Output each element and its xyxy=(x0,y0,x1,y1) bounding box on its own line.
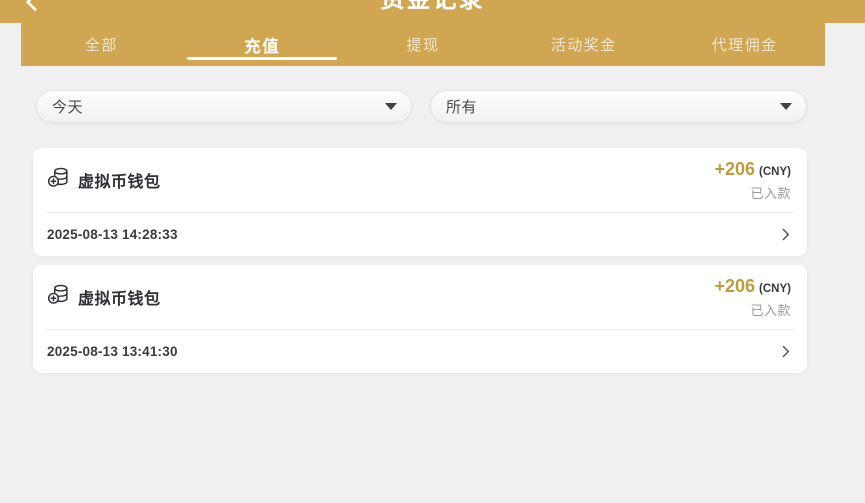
coins-plus-icon xyxy=(47,166,70,194)
amount-value: +206 xyxy=(715,276,756,297)
tab-activity-bonus[interactable]: 活动奖金 xyxy=(503,23,664,66)
transaction-footer: 2025-08-13 14:28:33 xyxy=(33,213,807,256)
chevron-right-icon[interactable] xyxy=(777,226,794,243)
coins-plus-icon xyxy=(47,283,70,311)
tab-label: 活动奖金 xyxy=(551,34,617,55)
date-filter-value: 今天 xyxy=(52,96,83,117)
wallet-name: 虚拟币钱包 xyxy=(78,168,161,192)
app-header: 资金记录 xyxy=(0,0,865,23)
tab-label: 充值 xyxy=(244,33,280,57)
tab-bar: 全部 充值 提现 活动奖金 代理佣金 xyxy=(21,23,825,66)
transaction-summary: 虚拟币钱包 +206 (CNY) 已入款 xyxy=(33,148,807,212)
status-label: 已入款 xyxy=(750,300,791,319)
tab-withdraw[interactable]: 提现 xyxy=(343,23,504,66)
amount-value: +206 xyxy=(715,159,756,180)
type-filter-value: 所有 xyxy=(446,96,477,117)
date-filter-dropdown[interactable]: 今天 xyxy=(36,90,412,123)
chevron-right-icon[interactable] xyxy=(777,343,794,360)
transaction-card[interactable]: 虚拟币钱包 +206 (CNY) 已入款 2025-08-13 13:41:30 xyxy=(33,265,807,373)
caret-down-icon xyxy=(385,103,397,110)
tab-label: 代理佣金 xyxy=(712,34,778,55)
wallet-info: 虚拟币钱包 xyxy=(47,283,161,311)
wallet-info: 虚拟币钱包 xyxy=(47,166,161,194)
tab-label: 提现 xyxy=(406,34,439,55)
transaction-summary: 虚拟币钱包 +206 (CNY) 已入款 xyxy=(33,265,807,329)
timestamp: 2025-08-13 14:28:33 xyxy=(47,227,178,242)
funds-record-page: 资金记录 全部 充值 提现 活动奖金 代理佣金 今天 所有 xyxy=(0,0,865,503)
tab-all[interactable]: 全部 xyxy=(21,23,182,66)
type-filter-dropdown[interactable]: 所有 xyxy=(430,90,807,123)
tab-deposit[interactable]: 充值 xyxy=(182,23,343,66)
amount-block: +206 (CNY) 已入款 xyxy=(715,276,792,319)
wallet-name: 虚拟币钱包 xyxy=(78,285,161,309)
tab-label: 全部 xyxy=(85,34,118,55)
active-tab-underline xyxy=(187,57,337,60)
currency-label: (CNY) xyxy=(759,283,791,295)
caret-down-icon xyxy=(780,103,792,110)
status-label: 已入款 xyxy=(750,183,791,202)
tab-agent-commission[interactable]: 代理佣金 xyxy=(664,23,825,66)
timestamp: 2025-08-13 13:41:30 xyxy=(47,344,178,359)
page-title: 资金记录 xyxy=(0,0,865,12)
currency-label: (CNY) xyxy=(759,166,791,178)
transaction-footer: 2025-08-13 13:41:30 xyxy=(33,330,807,373)
amount-block: +206 (CNY) 已入款 xyxy=(715,159,792,202)
transaction-card[interactable]: 虚拟币钱包 +206 (CNY) 已入款 2025-08-13 14:28:33 xyxy=(33,148,807,256)
